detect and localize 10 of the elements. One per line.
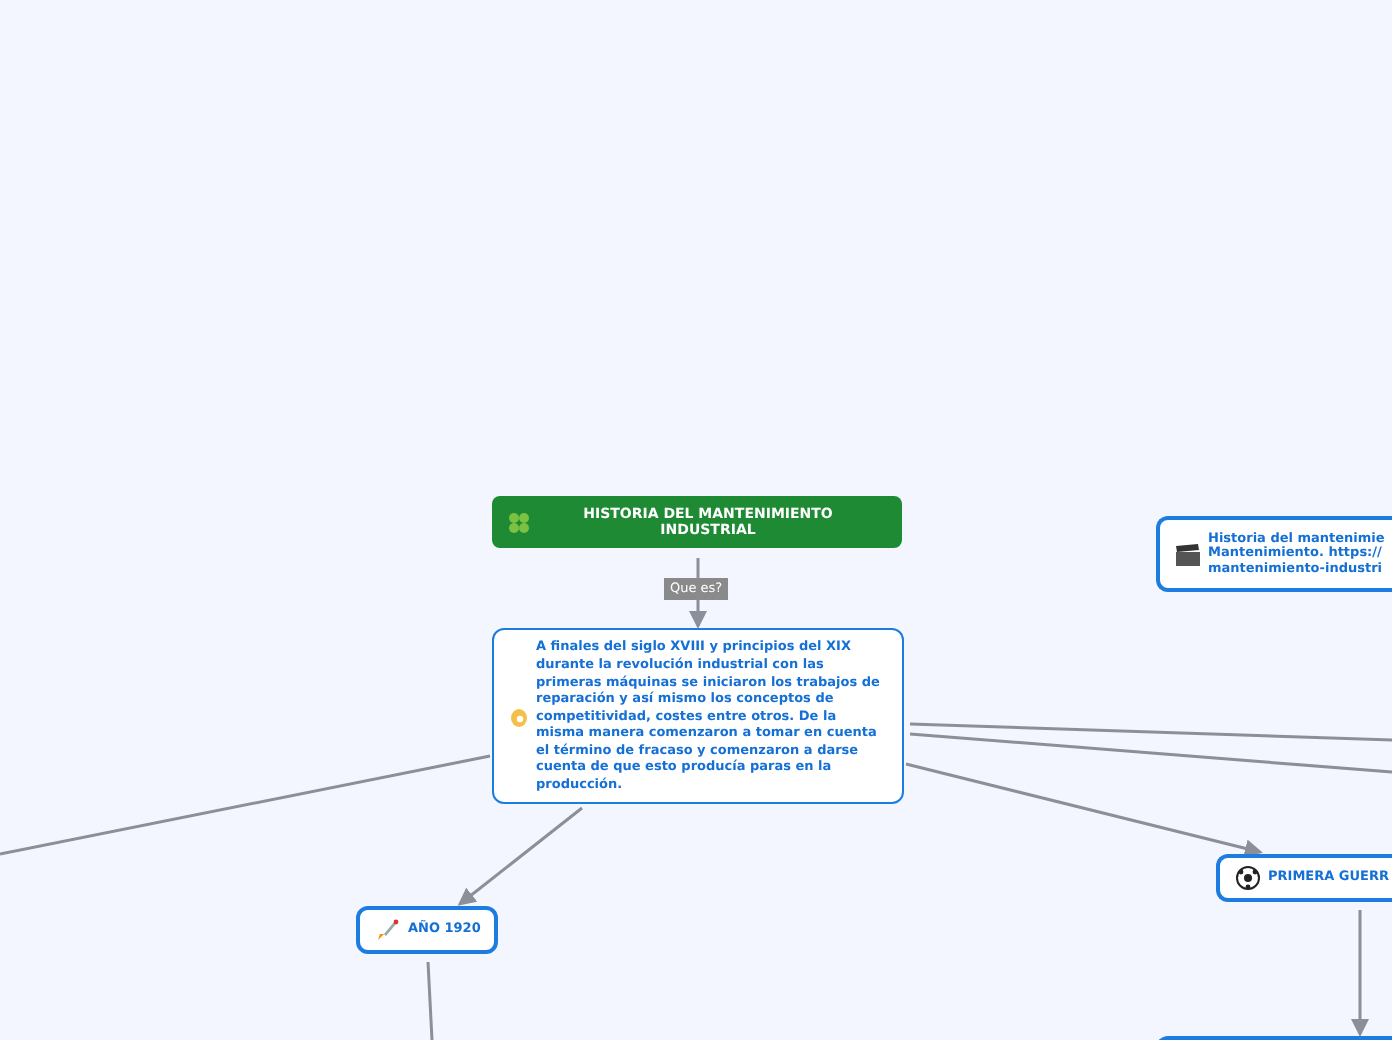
connector-line bbox=[696, 558, 700, 578]
clover-icon bbox=[508, 511, 530, 533]
clapperboard-icon bbox=[1176, 543, 1200, 565]
connector-arrow bbox=[1351, 910, 1369, 1037]
rocket-icon bbox=[376, 918, 400, 942]
connector-line bbox=[426, 961, 434, 1040]
main-topic[interactable] bbox=[492, 628, 904, 804]
connector-arrow bbox=[457, 806, 583, 906]
connector-arrow bbox=[689, 600, 707, 629]
soccer-ball-icon bbox=[1236, 866, 1260, 890]
